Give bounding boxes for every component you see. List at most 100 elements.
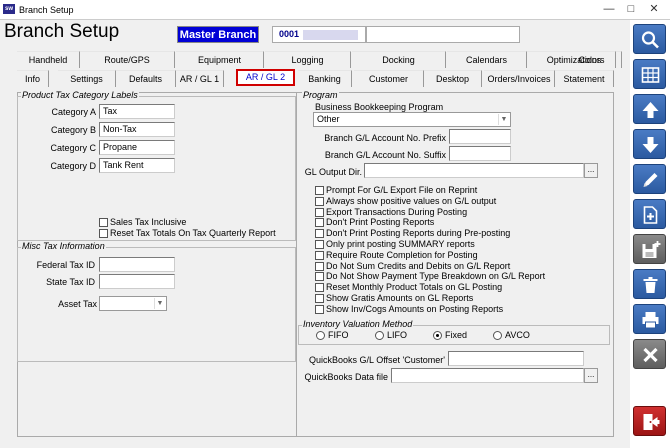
edit-button[interactable]: [633, 164, 666, 194]
arrow-down-icon: [642, 137, 659, 153]
move-down-button[interactable]: [633, 129, 666, 159]
action-toolbar: [630, 20, 670, 448]
reset-tax-totals-checkbox[interactable]: [99, 229, 108, 238]
state-tax-input[interactable]: [99, 274, 175, 289]
valuation-avco-label: AVCO: [505, 330, 530, 340]
gl-output-dir-input[interactable]: [364, 163, 584, 178]
program-option-checkbox[interactable]: [315, 294, 324, 303]
asset-tax-select[interactable]: ▼: [99, 296, 167, 311]
state-tax-label: State Tax ID: [46, 277, 95, 287]
misc-tax-title: Misc Tax Information: [21, 241, 106, 251]
tab-docking[interactable]: Docking: [352, 51, 446, 68]
tab-equipment[interactable]: Equipment: [176, 51, 264, 68]
minimize-button[interactable]: —: [598, 3, 620, 17]
browse-data-file-button[interactable]: ...: [584, 368, 598, 383]
tab-banking[interactable]: Banking: [298, 70, 352, 87]
move-up-button[interactable]: [633, 94, 666, 124]
save-new-button[interactable]: [633, 234, 666, 264]
tab-settings[interactable]: Settings: [58, 70, 116, 87]
delete-button[interactable]: [633, 269, 666, 299]
program-option-checkbox[interactable]: [315, 272, 324, 282]
qb-offset-input[interactable]: [448, 351, 584, 366]
program-option-checkbox[interactable]: [315, 283, 324, 293]
save-new-icon: [642, 241, 661, 258]
qb-data-file-label: QuickBooks Data file: [304, 372, 388, 382]
tab-ar-gl-2[interactable]: AR / GL 2: [236, 69, 295, 86]
panel-divider: [296, 92, 297, 437]
suffix-label: Branch G/L Account No. Suffix: [324, 150, 446, 160]
sales-tax-inclusive-label: Sales Tax Inclusive: [110, 217, 187, 227]
title-bar: sw Branch Setup — □ ✕: [0, 0, 670, 20]
tab-logging[interactable]: Logging: [265, 51, 351, 68]
bookkeeping-label: Business Bookkeeping Program: [315, 102, 444, 112]
category-b-input[interactable]: Non-Tax: [99, 122, 175, 137]
tab-orders-invoices[interactable]: Orders/Invoices: [484, 70, 555, 87]
category-d-input[interactable]: Tank Rent: [99, 158, 175, 173]
sales-tax-inclusive-checkbox[interactable]: [99, 218, 108, 227]
prefix-input[interactable]: [449, 129, 511, 144]
program-option-checkbox[interactable]: [315, 229, 324, 239]
chevron-down-icon: ▼: [154, 298, 165, 309]
maximize-button[interactable]: □: [620, 3, 642, 17]
program-option-label: Reset Monthly Product Totals on GL Posti…: [326, 282, 503, 293]
printer-icon: [642, 312, 659, 329]
program-option-checkbox[interactable]: [315, 240, 324, 249]
program-option-checkbox[interactable]: [315, 261, 324, 271]
program-option-label: Export Transactions During Posting: [326, 206, 468, 217]
branch-code-value: 0001: [279, 29, 300, 39]
tab-customer[interactable]: Customer: [354, 70, 424, 87]
tab-handheld[interactable]: Handheld: [17, 51, 80, 68]
valuation-lifo-radio[interactable]: [375, 331, 384, 340]
category-c-input[interactable]: Propane: [99, 140, 175, 155]
bookkeeping-select[interactable]: Other ▼: [313, 112, 511, 127]
tab-ar-gl-1[interactable]: AR / GL 1: [176, 70, 224, 87]
program-title: Program: [302, 90, 339, 100]
tab-desktop[interactable]: Desktop: [424, 70, 482, 87]
category-a-input[interactable]: Tax: [99, 104, 175, 119]
valuation-fifo-radio[interactable]: [316, 331, 325, 340]
exit-button[interactable]: [633, 406, 666, 436]
tab-colors[interactable]: Colors: [568, 51, 616, 68]
suffix-input[interactable]: [449, 146, 511, 161]
valuation-fifo-label: FIFO: [328, 330, 349, 340]
program-option-label: Require Route Completion for Posting: [326, 249, 478, 260]
valuation-lifo-label: LIFO: [387, 330, 408, 340]
program-option-checkbox[interactable]: [315, 186, 324, 195]
new-document-icon: [643, 206, 658, 224]
browse-output-dir-button[interactable]: ...: [584, 163, 598, 178]
tab-calendars[interactable]: Calendars: [447, 51, 527, 68]
tab-defaults[interactable]: Defaults: [116, 70, 176, 87]
tab-info[interactable]: Info: [17, 70, 49, 87]
print-button[interactable]: [633, 304, 666, 334]
program-option-checkbox[interactable]: [315, 207, 324, 217]
program-option-checkbox[interactable]: [315, 196, 324, 206]
program-option-checkbox[interactable]: [315, 218, 324, 228]
branch-code-field[interactable]: 0001: [272, 26, 366, 43]
program-option-checkbox[interactable]: [315, 250, 324, 260]
trash-icon: [643, 277, 658, 293]
federal-tax-label: Federal Tax ID: [36, 260, 95, 270]
category-d-label: Category D: [50, 161, 96, 171]
arrow-up-icon: [642, 102, 659, 118]
close-window-button[interactable]: ✕: [643, 3, 665, 17]
tab-statement[interactable]: Statement: [555, 70, 614, 87]
prefix-label: Branch G/L Account No. Prefix: [324, 133, 446, 143]
grid-view-button[interactable]: [633, 59, 666, 89]
program-option-label: Show Inv/Cogs Amounts on Posting Reports: [326, 303, 504, 314]
tab-route-gps[interactable]: Route/GPS: [80, 51, 175, 68]
federal-tax-input[interactable]: [99, 257, 175, 272]
cancel-button[interactable]: [633, 339, 666, 369]
valuation-fixed-radio[interactable]: [433, 331, 442, 340]
program-option-label: Don't Print Posting Reports: [326, 217, 435, 228]
valuation-avco-radio[interactable]: [493, 331, 502, 340]
gl-output-dir-label: GL Output Dir.: [304, 167, 362, 177]
program-option-checkbox[interactable]: [315, 304, 324, 314]
program-option-label: Show Gratis Amounts on GL Reports: [326, 293, 474, 303]
valuation-fixed-label: Fixed: [445, 330, 468, 340]
qb-data-file-input[interactable]: [391, 368, 584, 383]
branch-name-field[interactable]: Master Branch: [177, 26, 259, 43]
branch-description-field[interactable]: [366, 26, 520, 43]
new-record-button[interactable]: [633, 199, 666, 229]
search-button[interactable]: [633, 24, 666, 54]
close-icon: [643, 347, 658, 363]
